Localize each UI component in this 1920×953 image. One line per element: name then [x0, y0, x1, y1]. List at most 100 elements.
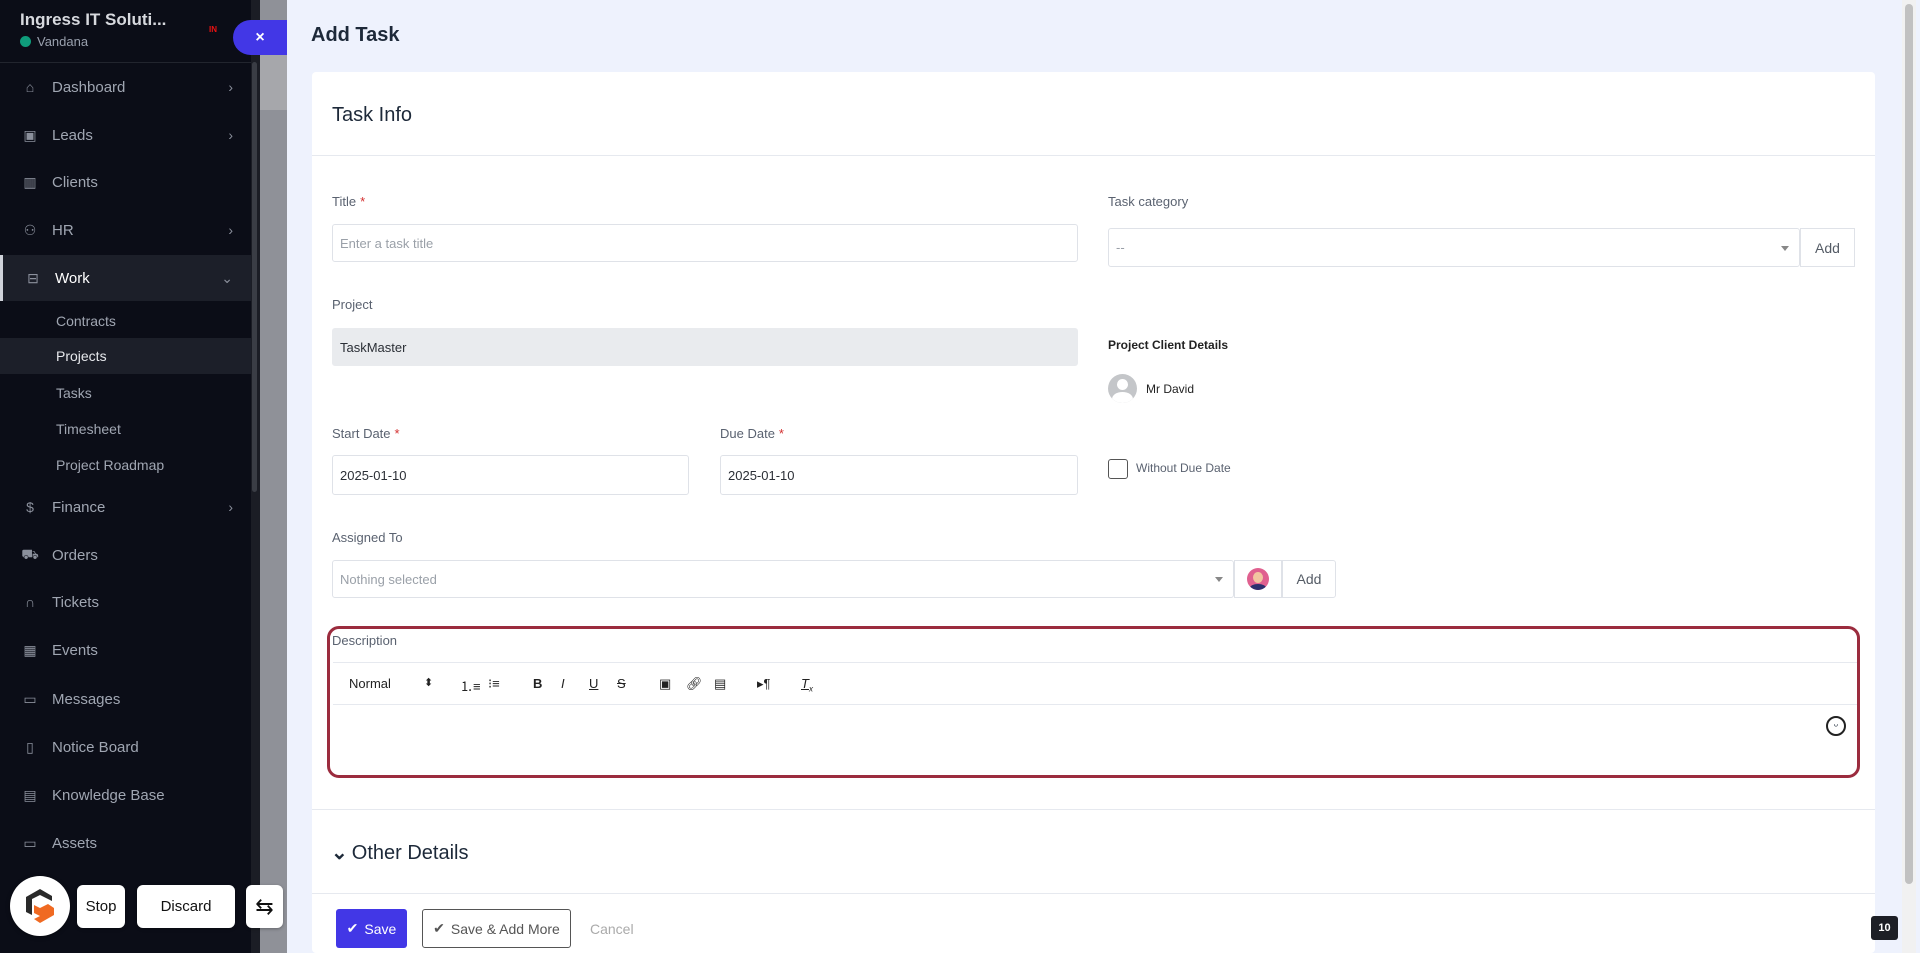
chevron-down-icon: ⌄ [331, 842, 348, 864]
sidebar-item-label: HR [52, 221, 74, 239]
strikethrough-icon[interactable]: S [617, 676, 626, 691]
description-label: Description [332, 633, 398, 648]
assigned-to-select[interactable]: Nothing selected [332, 560, 1234, 598]
check-icon: ✔ [346, 920, 359, 936]
sidebar-item-events[interactable]: ▦ Events [0, 627, 251, 673]
start-date-label: Start Date * [332, 426, 400, 441]
sidebar-item-label: Notice Board [52, 738, 139, 756]
sidebar-item-tickets[interactable]: ∩ Tickets [0, 579, 251, 625]
online-status-icon [20, 36, 31, 47]
sidebar-item-label: Work [55, 269, 90, 287]
without-due-date-checkbox[interactable] [1108, 459, 1128, 479]
image-icon[interactable]: ▣ [659, 676, 671, 692]
overlay-backdrop [260, 0, 287, 953]
double-check-icon: ✔ [433, 920, 445, 936]
sidebar-item-label: Leads [52, 126, 93, 144]
sidebar-item-label: Tickets [52, 593, 99, 611]
save-add-more-button[interactable]: ✔ Save & Add More [422, 909, 571, 948]
document-icon: ▤ [23, 786, 37, 803]
sidebar-scrollbar-thumb[interactable] [252, 62, 257, 492]
due-date-input[interactable]: 2025-01-10 [720, 455, 1078, 495]
logo-icon [26, 889, 54, 923]
caret-down-icon [1215, 577, 1223, 582]
sidebar-item-label: Events [52, 641, 98, 659]
task-category-select[interactable]: -- [1108, 228, 1800, 267]
bullet-list-icon[interactable]: ⁝≡ [488, 676, 500, 692]
sidebar-item-label: Orders [52, 546, 98, 564]
assignee-avatar-cell [1234, 560, 1282, 598]
id-card-icon: ▣ [23, 126, 37, 143]
sidebar-item-hr[interactable]: ⚇ HR › [0, 207, 251, 253]
format-select[interactable]: Normal [349, 676, 391, 691]
sidebar-subitem-contracts[interactable]: Contracts [0, 303, 251, 339]
swap-icon[interactable]: ⇆ [246, 885, 283, 928]
italic-icon[interactable]: I [561, 676, 565, 691]
headset-icon: ∩ [24, 594, 36, 610]
underline-icon[interactable]: U [589, 676, 598, 691]
caret-down-icon [1781, 245, 1789, 251]
project-label: Project [332, 297, 373, 312]
bold-icon[interactable]: B [533, 676, 542, 691]
sidebar-item-knowledge-base[interactable]: ▤ Knowledge Base [0, 772, 251, 818]
home-icon: ⌂ [25, 79, 35, 95]
sidebar-subitem-timesheet[interactable]: Timesheet [0, 411, 251, 447]
notification-counter[interactable]: 10 [1871, 916, 1898, 940]
sidebar-subitem-projects[interactable]: Projects [0, 338, 251, 374]
video-icon[interactable]: ▤ [714, 676, 726, 692]
chevron-icon: › [228, 222, 233, 238]
sidebar-item-work[interactable]: ⊟ Work ⌄ [0, 255, 251, 301]
sidebar-item-orders[interactable]: ⛟ Orders [0, 532, 251, 578]
page-scrollbar[interactable] [1902, 0, 1916, 953]
cancel-link[interactable]: Cancel [590, 909, 634, 948]
user-status: Vandana [20, 34, 88, 49]
stop-button[interactable]: Stop [77, 885, 125, 928]
clear-format-icon[interactable]: Tx [801, 676, 813, 694]
title-input[interactable]: Enter a task title [332, 224, 1078, 262]
due-date-label: Due Date * [720, 426, 784, 441]
sidebar-subitem-project-roadmap[interactable]: Project Roadmap [0, 447, 251, 483]
sidebar-item-finance[interactable]: $ Finance › [0, 484, 251, 530]
sidebar-item-label: Finance [52, 498, 106, 516]
chevron-icon: › [228, 79, 233, 95]
cart-icon: ⛟ [21, 545, 39, 562]
sidebar-item-label: Messages [52, 690, 121, 708]
add-assignee-button[interactable]: Add [1282, 560, 1336, 598]
add-category-button[interactable]: Add [1800, 228, 1855, 267]
close-sidebar-button[interactable]: × [233, 20, 287, 55]
ordered-list-icon[interactable]: ⒈≡ [460, 676, 481, 695]
sidebar-item-label: Assets [52, 834, 98, 852]
text-direction-icon[interactable]: ▸¶ [757, 676, 771, 692]
description-editor-highlight [327, 626, 1860, 778]
people-icon: ⚇ [23, 221, 37, 238]
chevron-icon: › [228, 127, 233, 143]
client-details-heading: Project Client Details [1108, 338, 1229, 352]
discard-button[interactable]: Discard [137, 885, 235, 928]
user-name: Vandana [37, 34, 89, 49]
section-title: Task Info [332, 104, 413, 126]
overlay-backdrop-header [260, 55, 287, 110]
divider [312, 155, 1875, 156]
sidebar-subitem-tasks[interactable]: Tasks [0, 375, 251, 411]
format-select-arrows-icon[interactable]: ⬍ [424, 676, 433, 689]
language-badge: IN [209, 25, 217, 34]
divider [312, 893, 1875, 894]
client-avatar [1108, 374, 1137, 403]
sidebar-item-dashboard[interactable]: ⌂ Dashboard › [0, 64, 251, 110]
monitor-icon: ▭ [23, 834, 37, 851]
other-details-toggle[interactable]: ⌄ Other Details [331, 840, 468, 865]
start-date-input[interactable]: 2025-01-10 [332, 455, 689, 495]
sidebar-item-messages[interactable]: ▭ Messages [0, 676, 251, 722]
sidebar-item-notice-board[interactable]: ▯ Notice Board [0, 724, 251, 770]
divider [312, 809, 1875, 810]
dollar-icon: $ [26, 499, 34, 515]
emoji-icon[interactable]: ᵕ [1826, 716, 1846, 736]
sidebar-item-leads[interactable]: ▣ Leads › [0, 112, 251, 158]
link-icon[interactable]: 🔗︎ [686, 676, 703, 692]
client-name: Mr David [1146, 382, 1195, 396]
sidebar-divider [0, 62, 251, 63]
app-logo[interactable] [10, 876, 70, 936]
save-button[interactable]: ✔ Save [336, 909, 407, 948]
sidebar-item-clients[interactable]: ▥ Clients [0, 159, 251, 205]
company-name[interactable]: Ingress IT Soluti... [20, 10, 166, 30]
sidebar-item-assets[interactable]: ▭ Assets [0, 820, 251, 866]
